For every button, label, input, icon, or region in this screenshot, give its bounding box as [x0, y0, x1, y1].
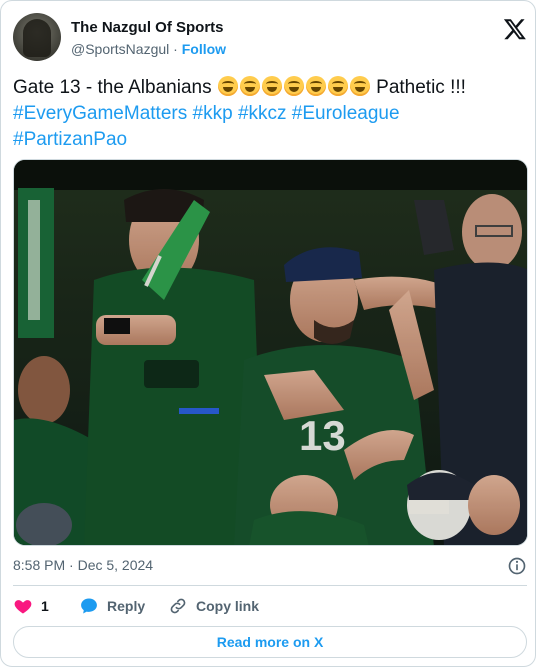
x-logo-icon[interactable]	[503, 17, 527, 41]
face-with-tears-of-joy-icon	[305, 76, 326, 96]
link-chain-icon	[170, 598, 186, 614]
face-with-tears-of-joy-icon	[261, 76, 282, 96]
reply-label: Reply	[107, 598, 146, 614]
emoji-group	[217, 76, 371, 98]
reply-button[interactable]: Reply	[79, 595, 145, 617]
face-with-tears-of-joy-icon	[349, 76, 370, 96]
face-with-tears-of-joy-icon	[327, 76, 348, 96]
handle-separator: ·	[173, 41, 178, 57]
like-button[interactable]: 1	[13, 595, 49, 617]
tweet-meta: 8:58 PM · Dec 5, 2024	[13, 557, 527, 577]
author-name[interactable]: The Nazgul Of Sports	[71, 19, 224, 36]
reply-bubble-icon	[81, 598, 97, 614]
face-with-tears-of-joy-icon	[217, 76, 238, 96]
hashtag-euroleague[interactable]: #Euroleague	[292, 103, 400, 124]
follow-link[interactable]: Follow	[182, 41, 226, 57]
tweet-text-main: Gate 13 - the Albanians	[13, 77, 212, 98]
tweet-embed-card: The Nazgul Of Sports @SportsNazgul · Fol…	[0, 0, 536, 667]
tweet-photo[interactable]: 13	[13, 159, 528, 546]
author-handle[interactable]: @SportsNazgul	[71, 41, 169, 57]
hashtag-kkp[interactable]: #kkp	[193, 103, 233, 124]
heart-icon	[14, 600, 32, 614]
author-handle-line: @SportsNazgul · Follow	[71, 41, 226, 57]
copy-link-label: Copy link	[196, 598, 260, 614]
tweet-text-end: Pathetic !!!	[376, 77, 466, 98]
tweet-header: The Nazgul Of Sports @SportsNazgul · Fol…	[13, 13, 527, 63]
crowd-photo-image: 13	[14, 160, 527, 545]
hashtag-kkcz[interactable]: #kkcz	[238, 103, 287, 124]
tweet-timestamp[interactable]: 8:58 PM · Dec 5, 2024	[13, 557, 153, 573]
tweet-text: Gate 13 - the Albanians Pathetic !!! #Ev…	[13, 75, 525, 153]
like-count: 1	[41, 598, 49, 614]
read-more-button[interactable]: Read more on X	[13, 626, 527, 658]
hashtag-partizanpao[interactable]: #PartizanPao	[13, 129, 127, 150]
read-more-label: Read more on X	[216, 634, 324, 650]
tweet-actions: 1 Reply Copy link	[13, 595, 527, 619]
info-icon[interactable]	[507, 556, 527, 576]
divider	[13, 585, 527, 586]
face-with-tears-of-joy-icon	[239, 76, 260, 96]
face-with-tears-of-joy-icon	[283, 76, 304, 96]
avatar[interactable]	[13, 13, 61, 61]
hashtag-everygamematters[interactable]: #EveryGameMatters	[13, 103, 187, 124]
copy-link-button[interactable]: Copy link	[168, 595, 259, 617]
